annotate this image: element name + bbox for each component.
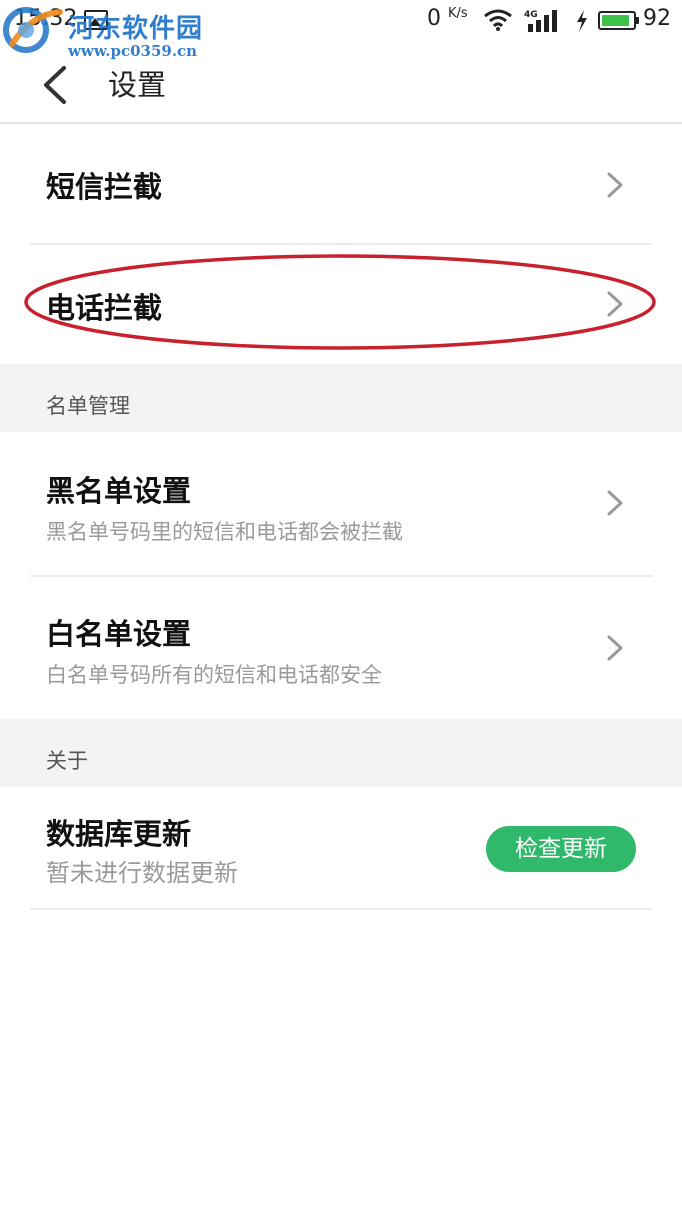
database-update-title: 数据库更新 bbox=[46, 817, 192, 851]
divider bbox=[30, 908, 652, 910]
whitelist-settings-item[interactable]: 白名单设置 白名单号码所有的短信和电话都安全 bbox=[0, 577, 682, 719]
network-speed-value: 0 bbox=[427, 6, 441, 31]
section-header-about: 关于 bbox=[0, 719, 682, 787]
section-label: 名单管理 bbox=[46, 394, 130, 418]
blacklist-title: 黑名单设置 bbox=[46, 474, 192, 508]
whitelist-subtitle: 白名单号码所有的短信和电话都安全 bbox=[46, 663, 382, 687]
database-update-status: 暂未进行数据更新 bbox=[46, 859, 238, 887]
back-arrow-icon[interactable] bbox=[36, 62, 76, 108]
call-interception-label: 电话拦截 bbox=[46, 291, 163, 325]
battery-level-text: 92 bbox=[643, 6, 671, 31]
call-interception-item[interactable]: 电话拦截 bbox=[0, 245, 682, 363]
sms-interception-label: 短信拦截 bbox=[46, 170, 163, 204]
chevron-right-icon bbox=[607, 172, 623, 198]
charging-icon bbox=[577, 10, 587, 32]
check-update-button[interactable]: 检查更新 bbox=[486, 826, 636, 872]
network-type-label: 4G bbox=[524, 10, 538, 20]
sms-interception-item[interactable]: 短信拦截 bbox=[0, 126, 682, 244]
whitelist-title: 白名单设置 bbox=[46, 617, 192, 651]
wifi-icon bbox=[484, 9, 512, 31]
blacklist-subtitle: 黑名单号码里的短信和电话都会被拦截 bbox=[46, 520, 403, 544]
cellular-signal-icon: 4G bbox=[524, 10, 557, 32]
blacklist-settings-item[interactable]: 黑名单设置 黑名单号码里的短信和电话都会被拦截 bbox=[0, 432, 682, 575]
page-title: 设置 bbox=[108, 68, 167, 102]
chevron-right-icon bbox=[607, 291, 623, 317]
battery-fill bbox=[602, 15, 630, 26]
network-speed: 0 K/s bbox=[427, 6, 468, 31]
network-speed-unit: K/s bbox=[448, 6, 468, 21]
section-label: 关于 bbox=[46, 749, 88, 773]
chevron-right-icon bbox=[607, 635, 623, 661]
battery-tip bbox=[636, 17, 639, 24]
app-header: 设置 bbox=[0, 42, 682, 124]
battery-icon bbox=[598, 11, 636, 30]
chevron-right-icon bbox=[607, 490, 623, 516]
section-header-list-management: 名单管理 bbox=[0, 364, 682, 432]
watermark-name: 河东软件园 bbox=[68, 14, 204, 44]
